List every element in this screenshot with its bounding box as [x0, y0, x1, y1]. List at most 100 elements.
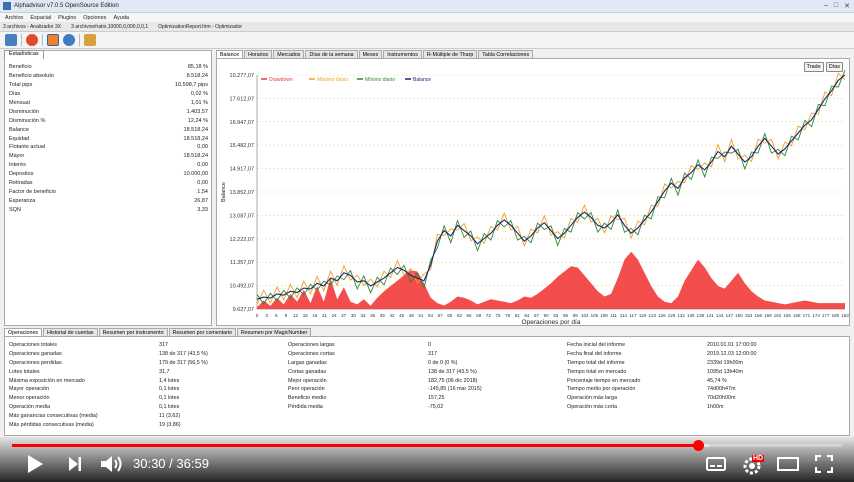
drawdown-area: [257, 251, 845, 309]
y-tick-label: 10.277,07: [230, 73, 254, 79]
y-tick-label: 15.482,07: [230, 143, 254, 149]
play-icon[interactable]: [26, 454, 44, 474]
summary-label: Operación más corta: [567, 403, 618, 410]
stat-label: Días: [9, 91, 21, 98]
stat-value: 18.518,24: [183, 126, 208, 133]
chart-icon[interactable]: [47, 34, 59, 46]
time-display: 30:30 / 36:59: [133, 456, 209, 471]
theater-mode-icon[interactable]: [777, 457, 799, 471]
summary-label: Beneficio medio: [288, 395, 327, 402]
stat-value: 1,54: [197, 188, 208, 195]
summary-value: 157,25: [428, 395, 445, 402]
menu-opciones[interactable]: Opciones: [83, 15, 106, 21]
legend-label: Máximo diario: [317, 77, 348, 83]
x-tick-label: 6: [275, 313, 278, 318]
minimize-icon[interactable]: –: [824, 2, 828, 10]
summary-row: Beneficio medio 157,25: [288, 394, 558, 403]
menu-espacial[interactable]: Espacial: [30, 15, 51, 21]
x-tick-label: 102: [581, 313, 589, 318]
stat-value: 8.518,24: [186, 73, 208, 80]
stat-value: 0,02 %: [190, 91, 208, 98]
summary-row: Operaciones largas 0: [288, 341, 558, 350]
summary-value: 2339d 19h00m: [707, 359, 743, 366]
pie-chart-icon[interactable]: [63, 34, 75, 46]
summary-value: 1095d 13h40m: [707, 368, 743, 375]
next-icon[interactable]: [68, 456, 82, 472]
stat-label: Equidad: [9, 135, 30, 142]
stat-row: Flotante actual 0,00: [5, 143, 211, 152]
x-tick-label: 9: [285, 313, 288, 318]
fullscreen-icon[interactable]: [815, 455, 833, 473]
x-tick-label: 27: [341, 313, 347, 318]
summary-row: Menor operación 0,1 lotes: [9, 394, 279, 403]
stat-row: Beneficio absoluto 8.518,24: [5, 72, 211, 81]
total-time: 36:59: [176, 456, 209, 471]
x-tick-label: 45: [399, 313, 405, 318]
summary-value: 182,75 (06 dic 2018): [428, 377, 478, 384]
menu-plugins[interactable]: Plugins: [58, 15, 76, 21]
chart-panel: Trade Días 10.277,07 17.612,07 16.947,07 15…: [216, 58, 850, 326]
summary-row: Operación más corta 1h00m: [567, 403, 847, 412]
save-icon[interactable]: [5, 34, 17, 46]
summary-value: 0,1 lotes: [159, 386, 180, 393]
stat-value: 26,87: [194, 197, 208, 204]
summary-value: 2010.01.01 17:00:00: [707, 342, 757, 349]
stat-row: Mensual 1,01 %: [5, 99, 211, 108]
summary-value: 1h00m: [707, 403, 724, 410]
close-icon[interactable]: ✕: [844, 2, 850, 10]
users-icon[interactable]: [84, 34, 96, 46]
x-tick-label: 75: [495, 313, 501, 318]
x-tick-label: 54: [428, 313, 434, 318]
summary-value: 317: [428, 351, 437, 358]
stat-row: Esperanza 26,87: [5, 196, 211, 205]
progress-bar[interactable]: [12, 440, 842, 451]
stat-row: Retiradas 0,00: [5, 179, 211, 188]
statistics-list: Beneficio 85,18 % Beneficio absoluto 8.518,…: [5, 63, 211, 214]
played-bar: [12, 444, 698, 447]
x-tick-label: 3: [265, 313, 268, 318]
x-tick-label: 126: [658, 313, 666, 318]
stat-label: Mayor: [9, 153, 25, 160]
volume-icon[interactable]: [100, 454, 124, 474]
x-tick-label: 51: [418, 313, 424, 318]
stop-icon[interactable]: [26, 34, 38, 46]
scrubber-handle[interactable]: [692, 440, 704, 451]
summary-row: Largas ganadas 0 de 0 (0 %): [288, 359, 558, 368]
x-tick-label: 111: [610, 313, 617, 318]
doc-tab-optimizador[interactable]: OptimizationReport.htm - Optimizador: [158, 24, 242, 30]
summary-label: Tiempo medio por operación: [567, 386, 636, 393]
x-tick-label: 156: [754, 313, 762, 318]
y-tick-label: 9.627,07: [233, 307, 254, 313]
doc-tab-analizador[interactable]: 3 archivos - Analizador 3X: [3, 24, 61, 30]
summary-label: Lotes totales: [9, 368, 40, 375]
x-tick-label: 81: [515, 313, 521, 318]
summary-label: Operación más larga: [567, 395, 618, 402]
summary-value: 31,7: [159, 368, 170, 375]
maximize-icon[interactable]: □: [834, 2, 838, 10]
summary-row: Operación media 0,1 lotes: [9, 403, 279, 412]
summary-value: 19 (3,86): [159, 421, 181, 428]
stat-row: Balance 18.518,24: [5, 125, 211, 134]
y-tick-label: 14.917,07: [230, 167, 254, 173]
summary-value: 1,4 lotes: [159, 377, 180, 384]
x-tick-label: 87: [534, 313, 540, 318]
tab-estadisticas[interactable]: Estadísticas: [4, 50, 44, 59]
subtitles-icon[interactable]: [706, 457, 726, 471]
stat-label: Esperanza: [9, 197, 36, 204]
summary-row: Operaciones perdidas 179 de 317 (56,5 %): [9, 359, 279, 368]
summary-row: Operación más larga 70d20h00m: [567, 394, 847, 403]
x-tick-label: 69: [476, 313, 482, 318]
toolbar-separator: [42, 34, 43, 46]
summary-column-1: Operaciones totales 317 Operaciones ganada…: [9, 341, 279, 429]
x-tick-label: 57: [438, 313, 444, 318]
x-tick-label: 114: [620, 313, 628, 318]
x-tick-label: 39: [380, 313, 386, 318]
statistics-panel: Beneficio 85,18 % Beneficio absoluto 8.518,…: [4, 50, 212, 326]
menu-ayuda[interactable]: Ayuda: [113, 15, 129, 21]
x-tick-label: 132: [677, 313, 685, 318]
menu-archivo[interactable]: Archivo: [5, 15, 23, 21]
doc-tab-ratio[interactable]: 3 archivos#ratio,10000,0,000,0,0,1: [71, 24, 148, 30]
summary-value: -75,02: [428, 403, 444, 410]
document-tabs: 3 archivos - Analizador 3X 3 archivos#ra…: [0, 22, 854, 32]
summary-label: Máxima exposición en mercado: [9, 377, 85, 384]
